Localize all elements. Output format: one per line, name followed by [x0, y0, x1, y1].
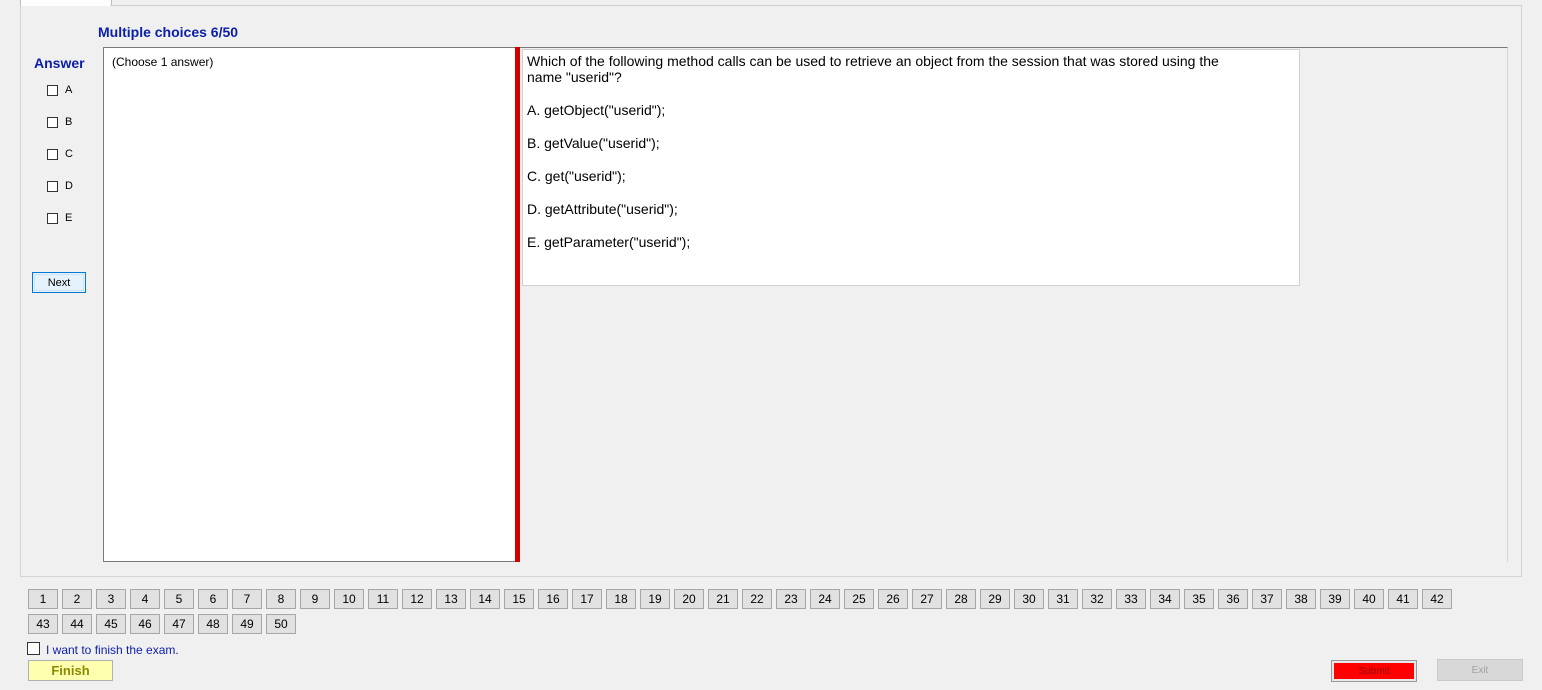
next-button[interactable]: Next — [32, 272, 86, 293]
question-nav-button[interactable]: 15 — [504, 589, 534, 609]
question-nav-button[interactable]: 22 — [742, 589, 772, 609]
question-nav-button[interactable]: 27 — [912, 589, 942, 609]
question-nav-button[interactable]: 38 — [1286, 589, 1316, 609]
question-nav-button[interactable]: 30 — [1014, 589, 1044, 609]
question-nav-button[interactable]: 21 — [708, 589, 738, 609]
question-nav-button[interactable]: 6 — [198, 589, 228, 609]
answer-c-label: C — [65, 148, 73, 160]
answer-option-b[interactable]: B — [47, 115, 72, 129]
answer-option-d[interactable]: D — [47, 179, 73, 193]
answer-option-e[interactable]: E — [47, 211, 72, 225]
question-nav-button[interactable]: 48 — [198, 614, 228, 634]
question-nav-button[interactable]: 8 — [266, 589, 296, 609]
question-nav-button[interactable]: 49 — [232, 614, 262, 634]
question-nav-button[interactable]: 31 — [1048, 589, 1078, 609]
question-choice-b: B. getValue("userid"); — [527, 135, 660, 151]
finish-button[interactable]: Finish — [28, 660, 113, 681]
question-nav-button[interactable]: 3 — [96, 589, 126, 609]
question-nav-button[interactable]: 25 — [844, 589, 874, 609]
question-nav-button[interactable]: 20 — [674, 589, 704, 609]
question-nav-button[interactable]: 24 — [810, 589, 840, 609]
answer-c-checkbox[interactable] — [47, 148, 58, 160]
answer-d-label: D — [65, 180, 73, 192]
finish-confirm[interactable]: I want to finish the exam. — [27, 639, 179, 657]
question-nav-button[interactable]: 14 — [470, 589, 500, 609]
question-nav-button[interactable]: 23 — [776, 589, 806, 609]
question-nav-button[interactable]: 41 — [1388, 589, 1418, 609]
question-nav-button[interactable]: 17 — [572, 589, 602, 609]
question-nav-button[interactable]: 39 — [1320, 589, 1350, 609]
question-choice-d: D. getAttribute("userid"); — [527, 201, 678, 217]
answer-e-checkbox[interactable] — [47, 212, 58, 224]
question-nav-button[interactable]: 28 — [946, 589, 976, 609]
question-nav-button[interactable]: 47 — [164, 614, 194, 634]
choose-instruction: (Choose 1 answer) — [112, 55, 214, 69]
question-nav-button[interactable]: 32 — [1082, 589, 1112, 609]
question-nav-button[interactable]: 29 — [980, 589, 1010, 609]
question-nav-button[interactable]: 9 — [300, 589, 330, 609]
question-nav-button[interactable]: 12 — [402, 589, 432, 609]
question-nav-button[interactable]: 40 — [1354, 589, 1384, 609]
navigator-row-2: 43 44 45 46 47 48 49 50 — [28, 614, 1458, 634]
question-nav-button[interactable]: 46 — [130, 614, 160, 634]
finish-confirm-label: I want to finish the exam. — [46, 643, 179, 657]
question-nav-button[interactable]: 19 — [640, 589, 670, 609]
question-nav-button[interactable]: 44 — [62, 614, 92, 634]
answer-b-label: B — [65, 116, 73, 128]
question-nav-button[interactable]: 16 — [538, 589, 568, 609]
question-nav-button[interactable]: 26 — [878, 589, 908, 609]
question-nav-button[interactable]: 4 — [130, 589, 160, 609]
question-nav-button[interactable]: 36 — [1218, 589, 1248, 609]
question-box: Which of the following method calls can … — [522, 49, 1300, 286]
finish-confirm-checkbox[interactable] — [27, 641, 40, 655]
question-nav-button[interactable]: 13 — [436, 589, 466, 609]
answer-notes-pane[interactable]: (Choose 1 answer) — [103, 47, 515, 562]
answer-e-label: E — [65, 212, 73, 224]
question-nav-button[interactable]: 10 — [334, 589, 364, 609]
question-nav-button[interactable]: 45 — [96, 614, 126, 634]
question-nav-button[interactable]: 11 — [368, 589, 398, 609]
question-nav-button[interactable]: 5 — [164, 589, 194, 609]
question-nav-button[interactable]: 35 — [1184, 589, 1214, 609]
question-nav-button[interactable]: 33 — [1116, 589, 1146, 609]
answer-b-checkbox[interactable] — [47, 116, 58, 128]
question-nav-button[interactable]: 50 — [266, 614, 296, 634]
question-nav-button[interactable]: 34 — [1150, 589, 1180, 609]
answer-a-label: A — [65, 84, 73, 96]
question-nav-button[interactable]: 42 — [1422, 589, 1452, 609]
question-choice-e: E. getParameter("userid"); — [527, 234, 691, 250]
answer-label: Answer — [34, 55, 85, 71]
question-nav-button[interactable]: 1 — [28, 589, 58, 609]
answer-option-a[interactable]: A — [47, 83, 72, 97]
submit-button[interactable]: Submit — [1331, 660, 1417, 682]
answer-d-checkbox[interactable] — [47, 180, 58, 192]
question-nav-button[interactable]: 7 — [232, 589, 262, 609]
answer-a-checkbox[interactable] — [47, 84, 58, 96]
question-nav-button[interactable]: 18 — [606, 589, 636, 609]
navigator-row-1: 1 2 3 4 5 6 7 8 9 10 11 12 13 14 15 16 17 18 19 20 21 22 23 24 2… — [28, 589, 1458, 609]
section-title: Multiple choices 6/50 — [98, 24, 239, 40]
question-nav-button[interactable]: 43 — [28, 614, 58, 634]
question-choice-c: C. get("userid"); — [527, 168, 626, 184]
exit-button[interactable]: Exit — [1437, 659, 1523, 681]
question-choice-a: A. getObject("userid"); — [527, 102, 666, 118]
answer-option-c[interactable]: C — [47, 147, 73, 161]
question-text: Which of the following method calls can … — [527, 53, 1219, 85]
question-nav-button[interactable]: 37 — [1252, 589, 1282, 609]
question-navigator: 1 2 3 4 5 6 7 8 9 10 11 12 13 14 15 16 17 18 19 20 21 22 23 24 2… — [28, 589, 1458, 639]
question-nav-button[interactable]: 2 — [62, 589, 92, 609]
